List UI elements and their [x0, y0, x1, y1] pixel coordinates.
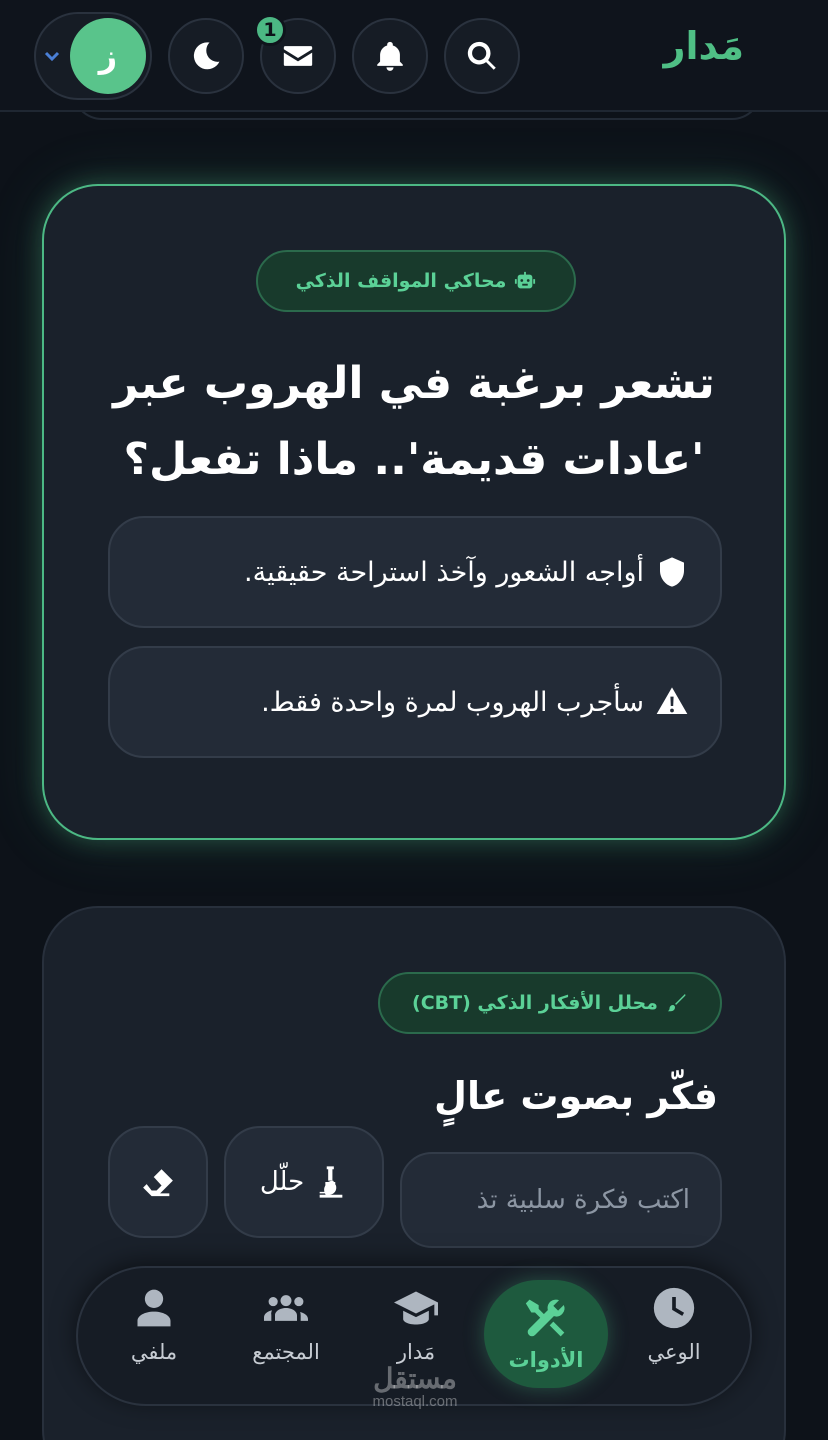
- brush-icon: [667, 994, 686, 1012]
- cbt-badge-label: محلل الأفكار الذكي (CBT): [412, 992, 658, 1014]
- moon-icon: [193, 42, 220, 70]
- nav-item-awareness[interactable]: الوعي: [614, 1286, 734, 1386]
- analyze-button-label: حلّل: [259, 1167, 305, 1197]
- simulator-option-face-feeling[interactable]: أواجه الشعور وآخذ استراحة حقيقية.: [108, 516, 722, 628]
- watermark: مستقل mostaql.com: [360, 1364, 470, 1410]
- clock-icon: [653, 1287, 695, 1329]
- shield-icon: [660, 557, 684, 587]
- graduation-cap-icon: [394, 1291, 438, 1325]
- situation-simulator-card: محاكي المواقف الذكي تشعر برغبة في الهروب…: [42, 184, 786, 840]
- analyze-button[interactable]: حلّل: [224, 1126, 384, 1238]
- watermark-sub: mostaql.com: [372, 1393, 458, 1410]
- top-header: مَدار 1 ز: [0, 0, 828, 112]
- clear-button[interactable]: [108, 1126, 208, 1238]
- user-menu[interactable]: ز: [34, 12, 152, 100]
- nav-label: المجتمع: [252, 1340, 320, 1364]
- nav-item-profile[interactable]: ملفي: [94, 1286, 214, 1386]
- nav-label: الأدوات: [508, 1348, 584, 1372]
- users-icon: [264, 1295, 308, 1321]
- bell-icon: [377, 41, 403, 71]
- nav-item-tools[interactable]: الأدوات: [484, 1280, 608, 1388]
- option-label: سأجرب الهروب لمرة واحدة فقط.: [261, 686, 644, 718]
- eraser-icon: [143, 1169, 173, 1197]
- messages-count-badge: 1: [254, 14, 286, 46]
- envelope-icon: [283, 46, 313, 66]
- messages-button[interactable]: 1: [254, 14, 336, 94]
- tools-icon: [525, 1299, 565, 1337]
- notifications-button[interactable]: [352, 18, 428, 94]
- simulator-question: تشعر برغبة في الهروب عبر 'عادات قديمة'..…: [113, 358, 715, 485]
- chevron-down-icon: [42, 46, 62, 66]
- simulator-badge-label: محاكي المواقف الذكي: [295, 270, 507, 292]
- search-button[interactable]: [444, 18, 520, 94]
- option-label: أواجه الشعور وآخذ استراحة حقيقية.: [244, 556, 644, 588]
- search-icon: [467, 41, 496, 70]
- brand-logo[interactable]: مَدار: [664, 24, 744, 68]
- negative-thought-input[interactable]: [400, 1152, 722, 1248]
- nav-item-community[interactable]: المجتمع: [226, 1286, 346, 1386]
- simulator-badge: محاكي المواقف الذكي: [256, 250, 576, 312]
- microscope-icon: [319, 1166, 343, 1198]
- page: مَدار 1 ز محاكي المواقف الذكي تشعر برغبة…: [0, 0, 828, 1440]
- watermark-main: مستقل: [373, 1363, 457, 1394]
- robot-icon: [515, 271, 536, 289]
- cbt-badge: محلل الأفكار الذكي (CBT): [378, 972, 722, 1034]
- nav-label: الوعي: [647, 1340, 701, 1364]
- thought-analyzer-title: فكّر بصوت عالٍ: [434, 1074, 718, 1118]
- nav-label: مَدار: [396, 1340, 436, 1364]
- simulator-option-escape-once[interactable]: سأجرب الهروب لمرة واحدة فقط.: [108, 646, 722, 758]
- nav-label: ملفي: [130, 1340, 178, 1364]
- theme-toggle-button[interactable]: [168, 18, 244, 94]
- warning-icon: [656, 687, 688, 714]
- user-icon: [137, 1289, 171, 1327]
- avatar[interactable]: ز: [70, 18, 146, 94]
